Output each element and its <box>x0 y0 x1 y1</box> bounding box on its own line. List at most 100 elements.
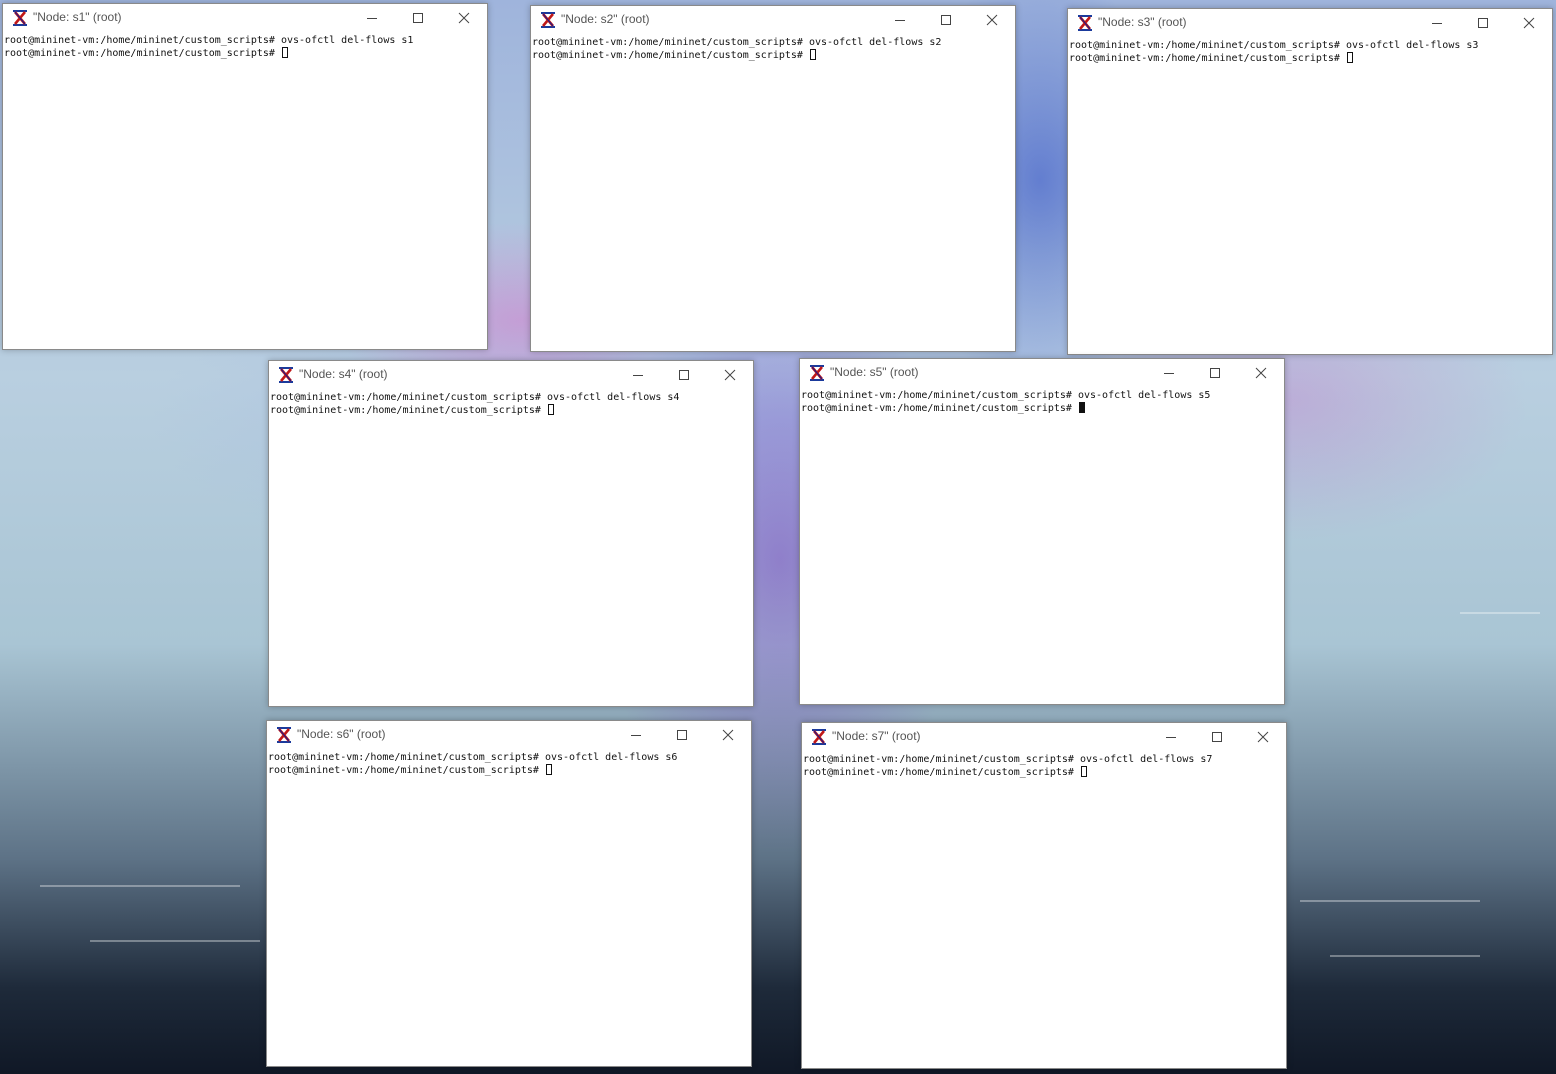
shell-prompt: root@mininet-vm:/home/mininet/custom_scr… <box>532 50 803 61</box>
text-cursor <box>1078 402 1085 413</box>
x-window-icon <box>279 367 293 383</box>
close-button[interactable] <box>969 6 1015 34</box>
terminal-output[interactable]: root@mininet-vm:/home/mininet/custom_scr… <box>4 34 486 348</box>
minimize-icon <box>367 18 377 19</box>
wallpaper-streak <box>40 885 240 887</box>
terminal-line: root@mininet-vm:/home/mininet/custom_scr… <box>270 391 752 404</box>
shell-prompt: root@mininet-vm:/home/mininet/custom_scr… <box>1069 53 1340 64</box>
terminal-output[interactable]: root@mininet-vm:/home/mininet/custom_scr… <box>803 753 1285 1067</box>
close-button[interactable] <box>1240 723 1286 751</box>
close-button[interactable] <box>1238 359 1284 387</box>
terminal-window-s6[interactable]: "Node: s6" (root) root@mininet-vm:/home/… <box>266 720 752 1067</box>
window-titlebar[interactable]: "Node: s4" (root) <box>269 361 753 389</box>
terminal-window-s3[interactable]: "Node: s3" (root) root@mininet-vm:/home/… <box>1067 8 1553 355</box>
window-title: "Node: s7" (root) <box>832 729 921 743</box>
terminal-window-s5[interactable]: "Node: s5" (root) root@mininet-vm:/home/… <box>799 358 1285 705</box>
wallpaper-streak <box>1460 612 1540 614</box>
terminal-window-s2[interactable]: "Node: s2" (root) root@mininet-vm:/home/… <box>530 5 1016 352</box>
window-title: "Node: s4" (root) <box>299 367 388 381</box>
terminal-line: root@mininet-vm:/home/mininet/custom_scr… <box>532 36 1014 49</box>
shell-prompt: root@mininet-vm:/home/mininet/custom_scr… <box>268 765 539 776</box>
shell-command: ovs-ofctl del-flows s2 <box>808 37 942 48</box>
close-icon <box>722 729 734 741</box>
maximize-icon <box>413 13 423 23</box>
text-cursor <box>809 49 816 60</box>
minimize-icon <box>1432 23 1442 24</box>
close-icon <box>458 12 470 24</box>
terminal-output[interactable]: root@mininet-vm:/home/mininet/custom_scr… <box>532 36 1014 350</box>
x-window-icon <box>277 727 291 743</box>
text-cursor <box>1080 766 1087 777</box>
terminal-output[interactable]: root@mininet-vm:/home/mininet/custom_scr… <box>268 751 750 1065</box>
text-cursor <box>1346 52 1353 63</box>
maximize-button[interactable] <box>661 361 707 389</box>
shell-prompt: root@mininet-vm:/home/mininet/custom_scr… <box>270 405 541 416</box>
terminal-line: root@mininet-vm:/home/mininet/custom_scr… <box>268 751 750 764</box>
terminal-line: root@mininet-vm:/home/mininet/custom_scr… <box>270 404 752 417</box>
close-button[interactable] <box>1506 9 1552 37</box>
window-titlebar[interactable]: "Node: s7" (root) <box>802 723 1286 751</box>
terminal-line: root@mininet-vm:/home/mininet/custom_scr… <box>532 49 1014 62</box>
terminal-window-s7[interactable]: "Node: s7" (root) root@mininet-vm:/home/… <box>801 722 1287 1069</box>
window-titlebar[interactable]: "Node: s6" (root) <box>267 721 751 749</box>
maximize-button[interactable] <box>659 721 705 749</box>
terminal-line: root@mininet-vm:/home/mininet/custom_scr… <box>803 753 1285 766</box>
window-title: "Node: s5" (root) <box>830 365 919 379</box>
window-title: "Node: s2" (root) <box>561 12 650 26</box>
minimize-button[interactable] <box>615 361 661 389</box>
x-window-icon <box>810 365 824 381</box>
minimize-icon <box>633 375 643 376</box>
maximize-icon <box>941 15 951 25</box>
terminal-window-s1[interactable]: "Node: s1" (root) root@mininet-vm:/home/… <box>2 3 488 350</box>
shell-prompt: root@mininet-vm:/home/mininet/custom_scr… <box>801 403 1072 414</box>
terminal-output[interactable]: root@mininet-vm:/home/mininet/custom_scr… <box>1069 39 1551 353</box>
shell-prompt: root@mininet-vm:/home/mininet/custom_scr… <box>803 767 1074 778</box>
maximize-button[interactable] <box>1460 9 1506 37</box>
close-button[interactable] <box>705 721 751 749</box>
x-window-icon <box>1078 15 1092 31</box>
shell-prompt: root@mininet-vm:/home/mininet/custom_scr… <box>801 390 1072 401</box>
terminal-output[interactable]: root@mininet-vm:/home/mininet/custom_scr… <box>270 391 752 705</box>
close-button[interactable] <box>441 4 487 32</box>
window-title: "Node: s1" (root) <box>33 10 122 24</box>
maximize-button[interactable] <box>1192 359 1238 387</box>
close-icon <box>1523 17 1535 29</box>
window-titlebar[interactable]: "Node: s3" (root) <box>1068 9 1552 37</box>
text-cursor <box>547 404 554 415</box>
minimize-icon <box>895 20 905 21</box>
terminal-output[interactable]: root@mininet-vm:/home/mininet/custom_scr… <box>801 389 1283 703</box>
window-titlebar[interactable]: "Node: s5" (root) <box>800 359 1284 387</box>
shell-command: ovs-ofctl del-flows s5 <box>1077 390 1211 401</box>
maximize-icon <box>677 730 687 740</box>
minimize-icon <box>1164 373 1174 374</box>
wallpaper-streak <box>1330 955 1480 957</box>
maximize-button[interactable] <box>923 6 969 34</box>
terminal-window-s4[interactable]: "Node: s4" (root) root@mininet-vm:/home/… <box>268 360 754 707</box>
shell-prompt: root@mininet-vm:/home/mininet/custom_scr… <box>268 752 539 763</box>
shell-prompt: root@mininet-vm:/home/mininet/custom_scr… <box>532 37 803 48</box>
minimize-button[interactable] <box>1414 9 1460 37</box>
minimize-button[interactable] <box>1146 359 1192 387</box>
minimize-button[interactable] <box>1148 723 1194 751</box>
close-button[interactable] <box>707 361 753 389</box>
terminal-line: root@mininet-vm:/home/mininet/custom_scr… <box>4 47 486 60</box>
minimize-icon <box>1166 737 1176 738</box>
text-cursor <box>545 764 552 775</box>
window-titlebar[interactable]: "Node: s1" (root) <box>3 4 487 32</box>
maximize-button[interactable] <box>1194 723 1240 751</box>
maximize-button[interactable] <box>395 4 441 32</box>
window-title: "Node: s3" (root) <box>1098 15 1187 29</box>
minimize-button[interactable] <box>349 4 395 32</box>
window-title: "Node: s6" (root) <box>297 727 386 741</box>
shell-command: ovs-ofctl del-flows s3 <box>1345 40 1479 51</box>
minimize-button[interactable] <box>877 6 923 34</box>
window-titlebar[interactable]: "Node: s2" (root) <box>531 6 1015 34</box>
wallpaper-streak <box>1300 900 1480 902</box>
maximize-icon <box>1210 368 1220 378</box>
close-icon <box>1255 367 1267 379</box>
minimize-icon <box>631 735 641 736</box>
shell-prompt: root@mininet-vm:/home/mininet/custom_scr… <box>270 392 541 403</box>
text-cursor <box>281 47 288 58</box>
minimize-button[interactable] <box>613 721 659 749</box>
terminal-line: root@mininet-vm:/home/mininet/custom_scr… <box>1069 39 1551 52</box>
